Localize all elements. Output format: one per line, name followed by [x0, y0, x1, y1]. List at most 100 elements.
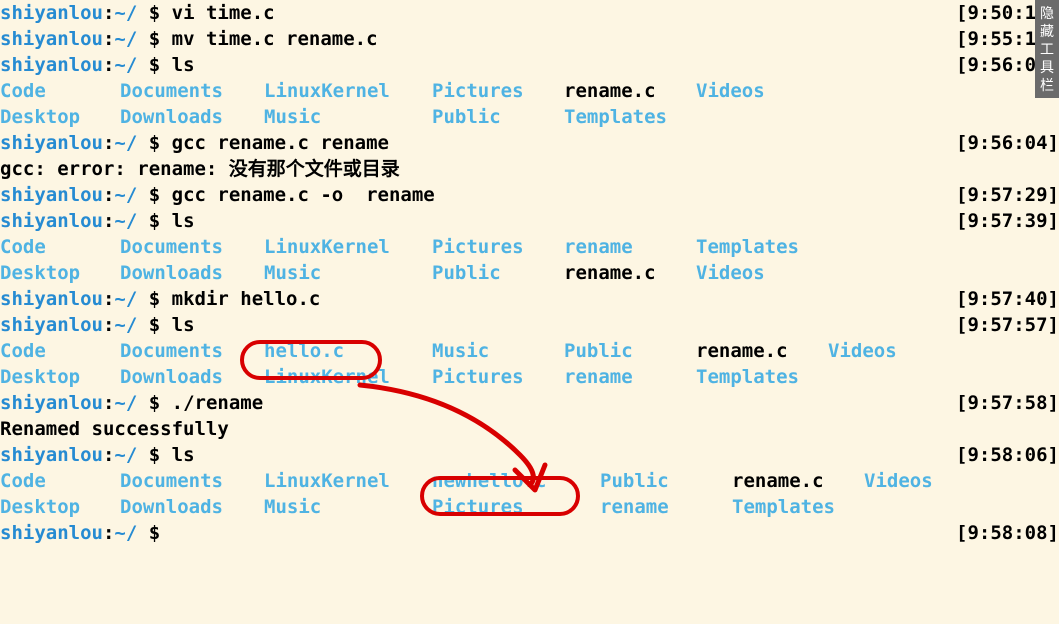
prompt-user: shiyanlou	[0, 208, 103, 234]
ls-entry: rename.c	[732, 468, 864, 494]
ls-entry: Desktop	[0, 364, 120, 390]
prompt-dollar: $	[137, 286, 171, 312]
ls-entry: Downloads	[120, 104, 264, 130]
ls-entry: rename	[600, 494, 732, 520]
prompt-dollar: $	[137, 312, 171, 338]
prompt-user: shiyanlou	[0, 130, 103, 156]
ls-entry: Code	[0, 234, 120, 260]
output-line: gcc: error: rename: 没有那个文件或目录	[0, 156, 1059, 182]
ls-output-row: CodeDocumentsLinuxKernelPicturesrename.c…	[0, 78, 1059, 104]
ls-entry: Music	[432, 338, 564, 364]
prompt-dollar: $	[137, 0, 171, 26]
ls-entry: Desktop	[0, 494, 120, 520]
ls-entry: Videos	[696, 78, 828, 104]
hide-toolbar-strip[interactable]: 隐 藏 工 具 栏	[1035, 0, 1059, 98]
ls-entry: Templates	[696, 234, 828, 260]
ls-entry	[696, 104, 828, 130]
command: vi time.c	[172, 0, 275, 26]
prompt-user: shiyanlou	[0, 286, 103, 312]
timestamp: [9:57:29]	[956, 182, 1059, 208]
terminal-line: shiyanlou:~/ $ [9:58:08]	[0, 520, 1059, 546]
prompt-path: ~/	[114, 208, 137, 234]
ls-output-row: CodeDocumentsLinuxKernelPicturesrenameTe…	[0, 234, 1059, 260]
ls-entry: Desktop	[0, 104, 120, 130]
terminal-line: shiyanlou:~/ $ vi time.c [9:50:17]	[0, 0, 1059, 26]
ls-entry: Downloads	[120, 260, 264, 286]
prompt-dollar: $	[137, 52, 171, 78]
prompt-dollar: $	[137, 130, 171, 156]
toolbar-char: 工	[1035, 40, 1059, 58]
ls-entry: Templates	[564, 104, 696, 130]
error-text: gcc: error: rename: 没有那个文件或目录	[0, 156, 400, 182]
terminal-line: shiyanlou:~/ $ mv time.c rename.c [9:55:…	[0, 26, 1059, 52]
prompt-path: ~/	[114, 312, 137, 338]
prompt-path: ~/	[114, 130, 137, 156]
terminal-line: shiyanlou:~/ $ gcc rename.c -o rename [9…	[0, 182, 1059, 208]
toolbar-char: 具	[1035, 58, 1059, 76]
ls-entry: Code	[0, 78, 120, 104]
terminal-line: shiyanlou:~/ $ gcc rename.c rename [9:56…	[0, 130, 1059, 156]
ls-entry: Templates	[696, 364, 828, 390]
ls-entry: LinuxKernel	[264, 234, 432, 260]
prompt-path: ~/	[114, 0, 137, 26]
timestamp: [9:58:06]	[956, 442, 1059, 468]
prompt-sep: :	[103, 26, 114, 52]
ls-entry: Music	[264, 104, 432, 130]
command: mv time.c rename.c	[172, 26, 378, 52]
ls-output-row: DesktopDownloadsMusicPublicTemplates	[0, 104, 1059, 130]
prompt-path: ~/	[114, 286, 137, 312]
terminal-line: shiyanlou:~/ $ mkdir hello.c [9:57:40]	[0, 286, 1059, 312]
timestamp: [9:57:57]	[956, 312, 1059, 338]
prompt-user: shiyanlou	[0, 182, 103, 208]
command: ls	[172, 208, 195, 234]
command: ls	[172, 52, 195, 78]
prompt-path: ~/	[114, 442, 137, 468]
ls-entry: Code	[0, 468, 120, 494]
command: mkdir hello.c	[172, 286, 321, 312]
annotation-arrow-icon	[340, 375, 590, 505]
ls-entry: Public	[432, 260, 564, 286]
timestamp: [9:57:58]	[956, 390, 1059, 416]
ls-entry: Public	[432, 104, 564, 130]
prompt-sep: :	[103, 0, 114, 26]
ls-entry: Templates	[732, 494, 864, 520]
ls-entry: LinuxKernel	[264, 78, 432, 104]
ls-entry: Documents	[120, 234, 264, 260]
prompt-user: shiyanlou	[0, 26, 103, 52]
ls-entry: Videos	[696, 260, 828, 286]
ls-entry: rename.c	[696, 338, 828, 364]
timestamp: [9:56:04]	[956, 130, 1059, 156]
timestamp: [9:57:40]	[956, 286, 1059, 312]
ls-entry	[828, 364, 960, 390]
prompt-sep: :	[103, 286, 114, 312]
terminal-line: shiyanlou:~/ $ ls [9:57:57]	[0, 312, 1059, 338]
command: ./rename	[172, 390, 264, 416]
command: gcc rename.c rename	[172, 130, 389, 156]
prompt-sep: :	[103, 520, 114, 546]
ls-entry: Code	[0, 338, 120, 364]
prompt-user: shiyanlou	[0, 442, 103, 468]
prompt-dollar: $	[137, 182, 171, 208]
ls-entry: Pictures	[432, 78, 564, 104]
command: gcc rename.c -o rename	[172, 182, 435, 208]
ls-entry: Public	[564, 338, 696, 364]
toolbar-char: 栏	[1035, 76, 1059, 94]
prompt-path: ~/	[114, 520, 137, 546]
ls-entry: Downloads	[120, 494, 264, 520]
ls-output-row: DesktopDownloadsMusicPublicrename.cVideo…	[0, 260, 1059, 286]
ls-entry: Documents	[120, 78, 264, 104]
prompt-sep: :	[103, 390, 114, 416]
prompt-user: shiyanlou	[0, 390, 103, 416]
ls-entry: rename.c	[564, 260, 696, 286]
prompt-sep: :	[103, 442, 114, 468]
prompt-path: ~/	[114, 390, 137, 416]
command: ls	[172, 442, 195, 468]
prompt-dollar: $	[137, 26, 171, 52]
ls-entry: rename.c	[564, 78, 696, 104]
prompt-path: ~/	[114, 26, 137, 52]
prompt-path: ~/	[114, 182, 137, 208]
timestamp: [9:58:08]	[956, 520, 1059, 546]
prompt-sep: :	[103, 208, 114, 234]
ls-entry: Desktop	[0, 260, 120, 286]
ls-output-row: CodeDocumentshello.cMusicPublicrename.cV…	[0, 338, 1059, 364]
